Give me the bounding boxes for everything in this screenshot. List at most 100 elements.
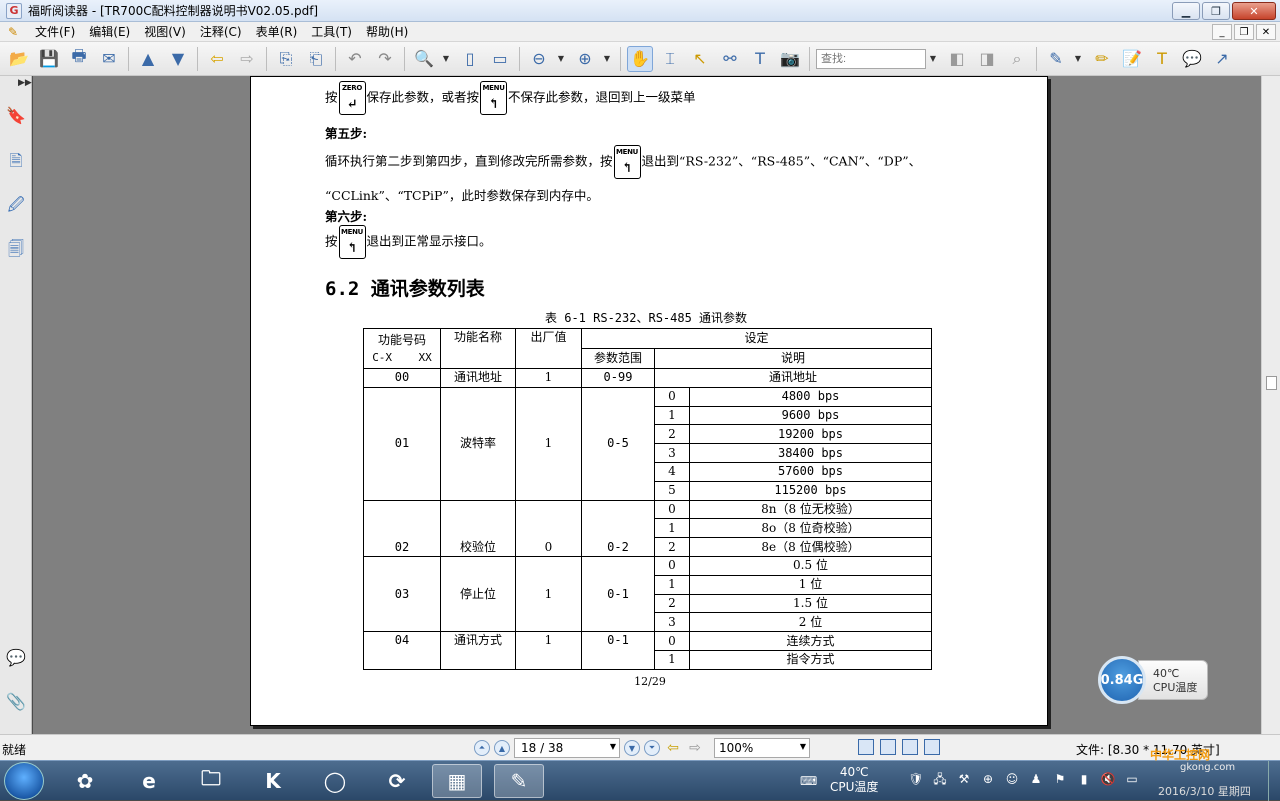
find-prev-icon[interactable]: ◧ [944, 46, 970, 72]
pages-icon[interactable]: 🗎 [6, 150, 26, 172]
keyboard-icon[interactable]: ⌨ [800, 773, 817, 789]
attachments-icon[interactable]: 📎 [6, 692, 26, 714]
zoom-out-dropdown-icon[interactable]: ▼ [556, 46, 566, 72]
comment-icon[interactable]: 💬 [1179, 46, 1205, 72]
start-button[interactable] [4, 762, 44, 800]
annotate-dropdown-icon[interactable]: ▼ [1073, 46, 1083, 72]
find-input[interactable] [816, 48, 926, 69]
app-launcher-icon[interactable]: ✿ [60, 764, 110, 798]
minimize-button[interactable]: ▁ [1172, 2, 1200, 20]
facing-page-icon[interactable] [902, 739, 918, 755]
doc-close-button[interactable]: ✕ [1256, 24, 1276, 40]
next-page-icon[interactable]: ▼ [165, 46, 191, 72]
menu-file[interactable]: 文件(F) [28, 22, 82, 42]
textbox-icon[interactable]: T [1149, 46, 1175, 72]
ie-browser-icon[interactable]: e [124, 764, 174, 798]
zoom-icon[interactable]: 🔍 [411, 46, 437, 72]
back-arrow-icon[interactable]: ⇦ [204, 46, 230, 72]
add-icon[interactable]: ⊕ [980, 771, 996, 787]
pencil-icon[interactable]: ✏ [1089, 46, 1115, 72]
bookmarks-icon[interactable]: 🔖 [6, 106, 26, 128]
fit-width-icon[interactable]: ▭ [487, 46, 513, 72]
redo-icon[interactable]: ↷ [372, 46, 398, 72]
display-icon[interactable]: ▭ [1124, 771, 1140, 787]
comments-panel-icon[interactable]: 💬 [6, 648, 26, 670]
layers-icon[interactable]: 🗐 [6, 238, 26, 260]
volume-muted-icon[interactable]: 🔇 [1100, 771, 1116, 787]
show-desktop-button[interactable] [1268, 761, 1280, 801]
image-app-icon[interactable]: ▦ [432, 764, 482, 798]
select-arrow-icon[interactable]: ↖ [687, 46, 713, 72]
menu-help[interactable]: 帮助(H) [359, 22, 415, 42]
restore-button[interactable]: ❐ [1202, 2, 1230, 20]
note-edit-icon[interactable]: 📝 [1119, 46, 1145, 72]
qq-icon[interactable]: ♟ [1028, 771, 1044, 787]
undo-icon[interactable]: ↶ [342, 46, 368, 72]
annotations-icon[interactable]: 🖉 [6, 194, 26, 216]
prev-page-nav-icon[interactable]: ▲ [494, 740, 510, 756]
find-next-icon[interactable]: ◨ [974, 46, 1000, 72]
history-forward-icon[interactable]: ⇨ [686, 740, 704, 756]
print-icon[interactable]: 🖶 [66, 46, 92, 72]
file-explorer-icon[interactable]: 🗀 [186, 764, 236, 798]
history-back-icon[interactable]: ⇦ [664, 740, 682, 756]
last-page-icon[interactable]: ⏷ [644, 740, 660, 756]
zoom-select-dropdown-icon[interactable]: ▼ [800, 742, 806, 751]
fit-page-icon[interactable]: ▯ [457, 46, 483, 72]
k-app-icon[interactable]: K [248, 764, 298, 798]
find-search-icon[interactable]: ⌕ [1004, 46, 1030, 72]
network-icon[interactable]: 🖧 [932, 771, 948, 787]
zoom-in-icon[interactable]: ⊕ [572, 46, 598, 72]
clock[interactable]: 2016/3/10 星期四 [1158, 783, 1251, 799]
zoom-in-dropdown-icon[interactable]: ▼ [602, 46, 612, 72]
menu-edit[interactable]: 编辑(E) [82, 22, 137, 42]
menu-form[interactable]: 表单(R) [249, 22, 305, 42]
forward-arrow-icon[interactable]: ⇨ [234, 46, 260, 72]
page-dropdown-icon[interactable]: ▼ [610, 742, 616, 751]
binoculars-icon[interactable]: ⚯ [717, 46, 743, 72]
hand-tool-icon[interactable]: ✋ [627, 45, 653, 72]
scroll-thumb[interactable] [1266, 376, 1277, 390]
menu-view[interactable]: 视图(V) [137, 22, 193, 42]
arrow-tool-icon[interactable]: ↗ [1209, 46, 1235, 72]
zoom-out-icon[interactable]: ⊖ [526, 46, 552, 72]
combine-icon[interactable]: ⎗ [303, 46, 329, 72]
doc-minimize-button[interactable]: _ [1212, 24, 1232, 40]
document-view[interactable]: 按 ZERO ↵ 保存此参数，或者按 MENU ↰ 不保存此参数，退回到上一级菜单 第五步:… [33, 76, 1261, 734]
search-app-icon[interactable]: ◯ [310, 764, 360, 798]
first-page-icon[interactable]: ⏶ [474, 740, 490, 756]
menu-tools[interactable]: 工具(T) [304, 22, 359, 42]
doc-restore-button[interactable]: ❐ [1234, 24, 1254, 40]
page-number-input[interactable]: 18 / 38 ▼ [514, 738, 620, 758]
open-icon[interactable]: 📂 [6, 46, 32, 72]
find-dropdown-icon[interactable]: ▼ [928, 46, 938, 72]
snapshot-icon[interactable]: 📷 [777, 46, 803, 72]
zoom-dropdown-icon[interactable]: ▼ [441, 46, 451, 72]
cpu-widget[interactable]: 40℃ CPU温度 0.84G [1098, 656, 1208, 704]
expand-panel-icon[interactable]: ▶▶ [18, 78, 32, 88]
email-icon[interactable]: ✉ [96, 46, 122, 72]
text-select-icon[interactable]: ⌶ [657, 46, 683, 72]
extract-icon[interactable]: ⎘ [273, 46, 299, 72]
single-page-icon[interactable] [858, 739, 874, 755]
vertical-scrollbar[interactable] [1261, 76, 1280, 734]
continuous-facing-icon[interactable] [924, 739, 940, 755]
user-icon[interactable]: ☺ [1004, 771, 1020, 787]
close-button[interactable]: ✕ [1232, 2, 1276, 20]
foxit-reader-taskbar-icon[interactable]: ✎ [494, 764, 544, 798]
refresh-app-icon[interactable]: ⟳ [372, 764, 422, 798]
prev-page-icon[interactable]: ▲ [135, 46, 161, 72]
typewriter-icon[interactable]: T [747, 46, 773, 72]
cell-default: 1 [515, 631, 582, 670]
shield-icon[interactable]: 🛡 [908, 771, 924, 787]
security-icon[interactable]: ⚑ [1052, 771, 1068, 787]
menu-comment[interactable]: 注释(C) [193, 22, 249, 42]
tools-icon[interactable]: ⚒ [956, 771, 972, 787]
zoom-select[interactable]: 100% ▼ [714, 738, 810, 758]
next-page-nav-icon[interactable]: ▼ [624, 740, 640, 756]
save-icon[interactable]: 💾 [36, 46, 62, 72]
continuous-page-icon[interactable] [880, 739, 896, 755]
battery-icon[interactable]: ▮ [1076, 771, 1092, 787]
annotate-icon[interactable]: ✎ [1043, 46, 1069, 72]
tray-cpu-temp[interactable]: 40℃ CPU温度 [830, 765, 878, 795]
